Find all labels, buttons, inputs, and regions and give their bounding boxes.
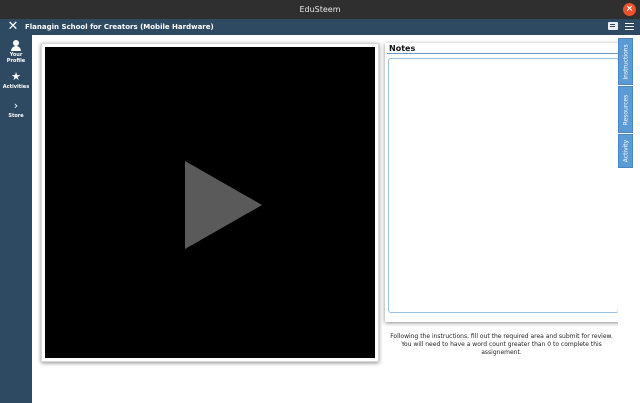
os-titlebar: EduSteem × xyxy=(0,0,640,19)
sidebar: Your Profile ★ Activities › Store xyxy=(0,35,32,403)
tab-resources[interactable]: Resources xyxy=(618,86,633,133)
menu-icon[interactable] xyxy=(625,22,634,30)
tab-label: Activity xyxy=(622,139,629,163)
sidebar-item-profile[interactable]: Your Profile xyxy=(0,40,32,64)
tab-instructions[interactable]: Instructions xyxy=(618,38,633,85)
main-content: Notes Following the instructions, fill o… xyxy=(32,35,622,373)
header-icons xyxy=(608,22,634,30)
sidebar-item-label: Your Profile xyxy=(6,52,26,64)
page-title: Flanagin School for Creators (Mobile Har… xyxy=(25,23,214,31)
notes-divider xyxy=(387,53,619,54)
video-card xyxy=(41,43,379,362)
sidebar-item-label: Activities xyxy=(2,84,30,90)
footer xyxy=(32,373,640,403)
notes-textarea[interactable] xyxy=(388,58,619,313)
tab-label: Instructions xyxy=(622,43,629,80)
sidebar-footer xyxy=(0,373,32,403)
video-player[interactable] xyxy=(45,47,375,358)
window-title: EduSteem xyxy=(299,5,341,14)
sidebar-item-label: Store xyxy=(8,113,24,119)
sidebar-item-store[interactable]: › Store xyxy=(0,99,32,120)
tab-label: Resources xyxy=(622,94,629,125)
notes-title: Notes xyxy=(389,44,416,53)
chat-icon[interactable] xyxy=(608,22,618,30)
chevron-right-icon: › xyxy=(13,99,19,112)
close-icon[interactable]: ✕ xyxy=(6,20,20,34)
instructions-text: Following the instructions, fill out the… xyxy=(390,333,613,356)
tab-activity[interactable]: Activity xyxy=(618,134,633,168)
notes-card: Notes xyxy=(385,43,622,322)
star-icon: ★ xyxy=(11,70,21,83)
window-close-button[interactable]: × xyxy=(623,3,636,16)
sidebar-item-activities[interactable]: ★ Activities xyxy=(0,70,32,91)
app-header: ✕ Flanagin School for Creators (Mobile H… xyxy=(0,19,640,35)
user-icon xyxy=(11,40,21,51)
play-icon[interactable] xyxy=(185,161,262,249)
